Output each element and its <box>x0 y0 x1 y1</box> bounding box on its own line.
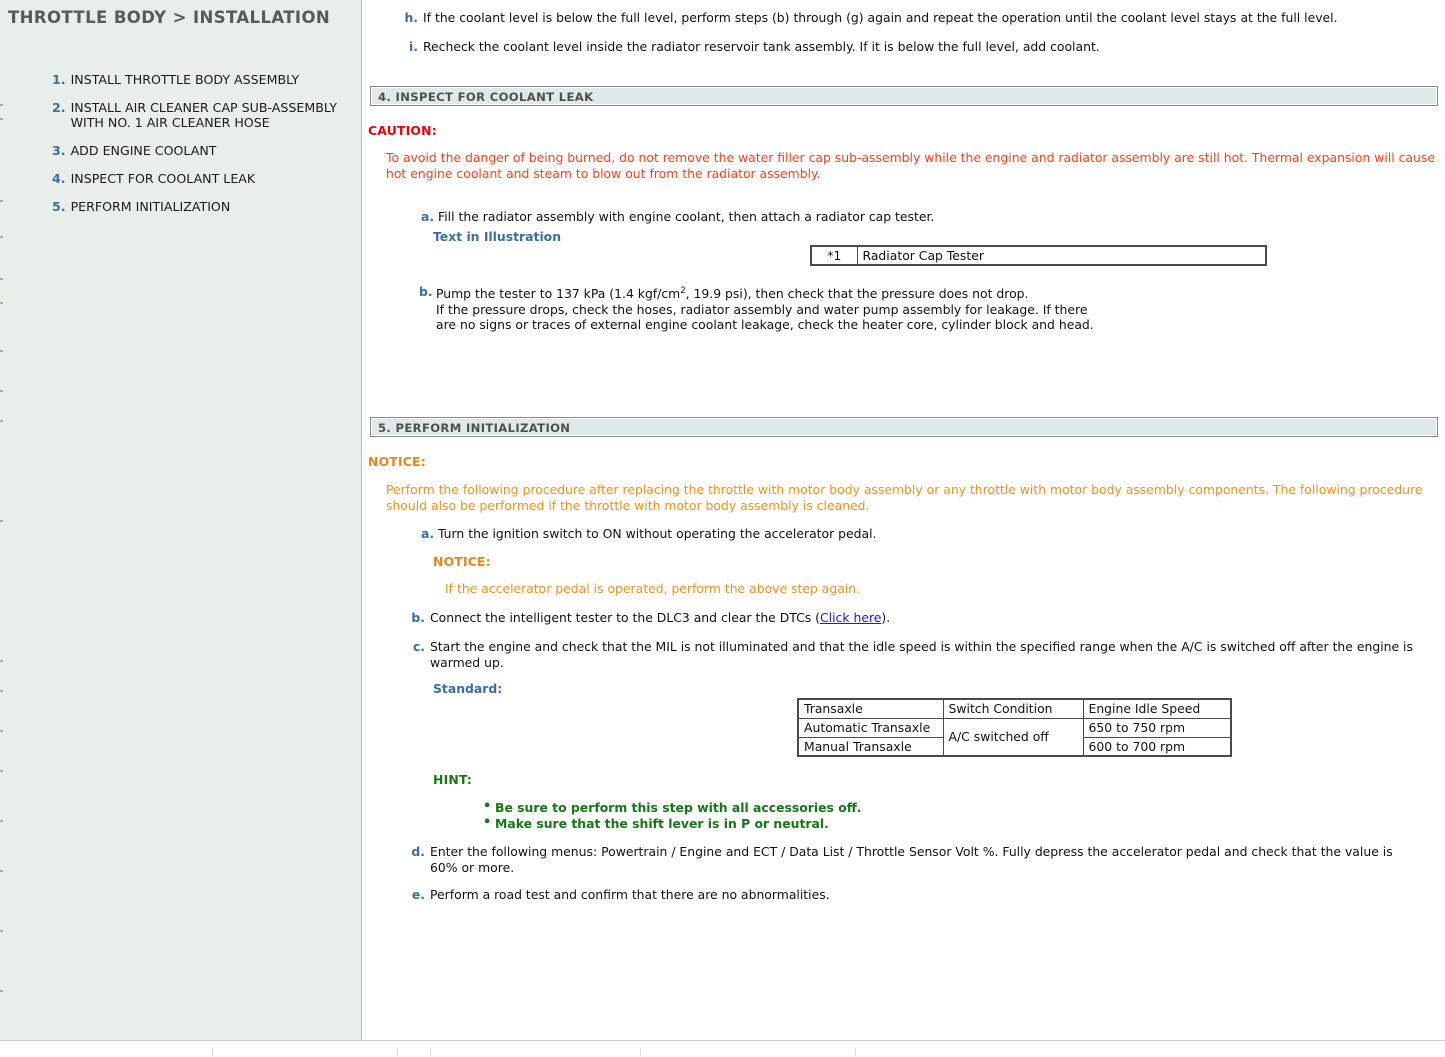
cell-idle-speed: 650 to 750 rpm <box>1082 717 1232 738</box>
cell-idle-speed: 600 to 700 rpm <box>1082 736 1232 757</box>
sidebar-item-number: 4. <box>52 171 66 186</box>
section-header-label: 4. INSPECT FOR COOLANT LEAK <box>378 90 594 104</box>
document-content: h. If the coolant level is below the ful… <box>363 0 1445 1040</box>
sidebar-procedure-list: 1. INSTALL THROTTLE BODY ASSEMBLY 2. INS… <box>52 72 352 227</box>
section-header-perform-initialization[interactable]: 5. PERFORM INITIALIZATION <box>370 417 1438 437</box>
bottom-tick <box>212 1048 213 1056</box>
step-text: If the coolant level is below the full l… <box>423 10 1338 25</box>
page-bottom-strip <box>0 1041 1445 1057</box>
step-5b-pre: Connect the intelligent tester to the DL… <box>430 610 820 625</box>
step-letter: a. <box>421 209 435 224</box>
step-text: Fill the radiator assembly with engine c… <box>438 209 935 224</box>
illustration-legend-value: Radiator Cap Tester <box>856 245 1267 266</box>
cell-transaxle: Manual Transaxle <box>797 736 944 757</box>
inner-notice-label: NOTICE: <box>433 554 491 569</box>
section-header-label: 5. PERFORM INITIALIZATION <box>378 421 571 435</box>
table-row: Automatic Transaxle A/C switched off 650… <box>797 717 1232 757</box>
step-text: Start the engine and check that the MIL … <box>430 639 1441 670</box>
bottom-tick <box>855 1048 856 1056</box>
column-header-engine-idle-speed: Engine Idle Speed <box>1082 698 1232 719</box>
standard-idle-speed-table: Transaxle Switch Condition Engine Idle S… <box>797 698 1232 757</box>
step-text: Connect the intelligent tester to the DL… <box>430 610 1111 626</box>
sidebar-item-number: 3. <box>52 143 66 158</box>
cell-transaxle: Automatic Transaxle <box>797 717 944 738</box>
sidebar-item-install-air-cleaner-cap[interactable]: 2. INSTALL AIR CLEANER CAP SUB-ASSEMBLY … <box>52 100 352 130</box>
document-page: THROTTLE BODY > INSTALLATION 1. INSTALL … <box>0 0 1445 1057</box>
step-4b-line3: are no signs or traces of external engin… <box>436 317 1094 333</box>
sidebar-item-label: INSTALL AIR CLEANER CAP SUB-ASSEMBLY WIT… <box>70 100 337 130</box>
bottom-tick <box>397 1048 398 1056</box>
scroll-edge-artifacts <box>0 0 3 1040</box>
step-5d-line1: Enter the following menus: Powertrain / … <box>430 844 1393 859</box>
step-4b-line1-post: , 19.9 psi), then check that the pressur… <box>685 286 1029 302</box>
step-5e: e. Perform a road test and confirm that … <box>411 887 1211 903</box>
bottom-tick <box>430 1048 431 1056</box>
notice-label: NOTICE: <box>368 454 426 469</box>
step-h: h. If the coolant level is below the ful… <box>404 10 1414 26</box>
step-5a: a. Turn the ignition switch to ON withou… <box>421 526 1121 542</box>
step-letter: e. <box>411 887 425 902</box>
step-5c-line1: Start the engine and check that the MIL … <box>430 639 1413 654</box>
step-text: Turn the ignition switch to ON without o… <box>438 526 877 541</box>
step-5c-line2: warmed up. <box>430 654 504 670</box>
step-letter: b. <box>419 284 433 299</box>
section-header-inspect-for-coolant-leak[interactable]: 4. INSPECT FOR COOLANT LEAK <box>370 86 1438 106</box>
illustration-legend-key: *1 <box>810 245 858 266</box>
step-5d-line2: 60% or more. <box>430 859 515 875</box>
inner-notice-text: If the accelerator pedal is operated, pe… <box>445 581 861 596</box>
sidebar: THROTTLE BODY > INSTALLATION 1. INSTALL … <box>0 0 362 1040</box>
hint-label: HINT: <box>433 772 473 787</box>
sidebar-item-label: ADD ENGINE COOLANT <box>70 143 217 158</box>
step-4a: a. Fill the radiator assembly with engin… <box>421 209 1121 225</box>
step-text: Pump the tester to 137 kPa (1.4 kgf/cm2,… <box>436 284 1109 333</box>
caution-label: CAUTION: <box>368 123 437 138</box>
step-4b: b. Pump the tester to 137 kPa (1.4 kgf/c… <box>419 284 1109 333</box>
step-text: Perform a road test and confirm that the… <box>430 887 830 902</box>
sidebar-item-inspect-for-coolant-leak[interactable]: 4. INSPECT FOR COOLANT LEAK <box>52 171 352 186</box>
column-header-transaxle: Transaxle <box>797 698 944 719</box>
sidebar-item-number: 2. <box>52 100 66 115</box>
table-row: *1 Radiator Cap Tester <box>810 245 1267 266</box>
sidebar-item-install-throttle-body-assembly[interactable]: 1. INSTALL THROTTLE BODY ASSEMBLY <box>52 72 352 87</box>
list-item: Make sure that the shift lever is in P o… <box>481 815 1101 832</box>
column-header-switch-condition: Switch Condition <box>942 698 1084 719</box>
step-letter: c. <box>412 639 425 654</box>
step-5b-post: ). <box>881 610 891 625</box>
sidebar-item-label: PERFORM INITIALIZATION <box>70 199 231 214</box>
step-i: i. Recheck the coolant level inside the … <box>404 39 1414 55</box>
step-letter: d. <box>411 844 425 859</box>
step-letter: b. <box>411 610 425 625</box>
sidebar-item-add-engine-coolant[interactable]: 3. ADD ENGINE COOLANT <box>52 143 352 158</box>
cell-switch-condition: A/C switched off <box>942 717 1084 757</box>
bottom-tick <box>640 1048 641 1056</box>
sidebar-item-number: 1. <box>52 72 66 87</box>
step-letter: i. <box>409 39 418 54</box>
step-5b: b. Connect the intelligent tester to the… <box>411 610 1111 626</box>
step-5d: d. Enter the following menus: Powertrain… <box>411 844 1441 875</box>
step-4b-line2: If the pressure drops, check the hoses, … <box>436 301 1088 317</box>
caution-text: To avoid the danger of being burned, do … <box>386 150 1435 181</box>
sidebar-item-label: INSTALL THROTTLE BODY ASSEMBLY <box>70 72 300 87</box>
illustration-legend-table: *1 Radiator Cap Tester <box>810 245 1267 266</box>
notice-text: Perform the following procedure after re… <box>386 482 1423 513</box>
step-4b-line1-pre: Pump the tester to 137 kPa (1.4 kgf/cm <box>436 286 681 302</box>
list-item: Be sure to perform this step with all ac… <box>481 799 1101 816</box>
text-in-illustration-label: Text in Illustration <box>433 229 562 244</box>
standard-label: Standard: <box>433 681 503 696</box>
step-text: Enter the following menus: Powertrain / … <box>430 844 1441 875</box>
page-title: THROTTLE BODY > INSTALLATION <box>8 8 331 27</box>
step-5c: c. Start the engine and check that the M… <box>411 639 1441 670</box>
click-here-link[interactable]: Click here <box>820 610 881 625</box>
table-header-row: Transaxle Switch Condition Engine Idle S… <box>797 698 1232 719</box>
step-letter: h. <box>404 10 418 25</box>
step-text: Recheck the coolant level inside the rad… <box>423 39 1100 54</box>
sidebar-item-number: 5. <box>52 199 66 214</box>
step-letter: a. <box>421 526 435 541</box>
sidebar-item-perform-initialization[interactable]: 5. PERFORM INITIALIZATION <box>52 199 352 214</box>
hint-list: Be sure to perform this step with all ac… <box>481 799 1101 832</box>
sidebar-item-label: INSPECT FOR COOLANT LEAK <box>70 171 256 186</box>
